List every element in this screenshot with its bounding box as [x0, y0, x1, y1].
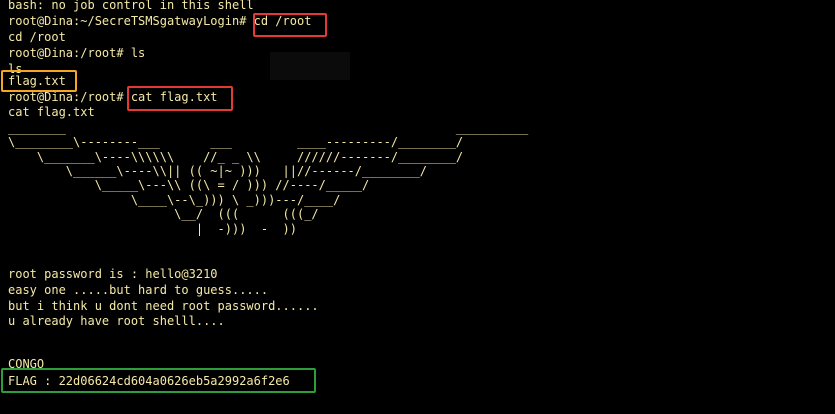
terminal-line-prompt-ls: root@Dina:/root# ls: [8, 46, 146, 60]
ascii-art-line-8: | -))) - )): [8, 222, 297, 236]
selected-text-region: [270, 52, 350, 80]
flag-value-highlight: [1, 368, 316, 393]
terminal-line-root-shell: u already have root shelll....: [8, 314, 225, 328]
flag-file-highlight: [1, 70, 77, 92]
terminal-line-echo-cd: cd /root: [8, 30, 66, 44]
ascii-art-line-7: \__/ ((( (((_/: [8, 207, 319, 221]
ascii-art-line-5: \_____\---\\ ((\ = / ))) //----/_____/: [8, 178, 370, 192]
cat-command-highlight: [127, 86, 233, 111]
terminal-line-bash-warning: bash: no job control in this shell: [8, 0, 254, 12]
terminal-line-no-password-needed: but i think u dont need root password...…: [8, 299, 319, 313]
terminal-window[interactable]: bash: no job control in this shell root@…: [0, 0, 835, 414]
terminal-line-echo-cat: cat flag.txt: [8, 105, 95, 119]
cd-command-highlight: [253, 13, 327, 37]
ascii-art-line-2: \________\--------___ ___ ____---------/…: [8, 135, 464, 149]
terminal-line-easy-one: easy one .....but hard to guess.....: [8, 283, 269, 297]
terminal-line-root-password: root password is : hello@3210: [8, 267, 218, 281]
